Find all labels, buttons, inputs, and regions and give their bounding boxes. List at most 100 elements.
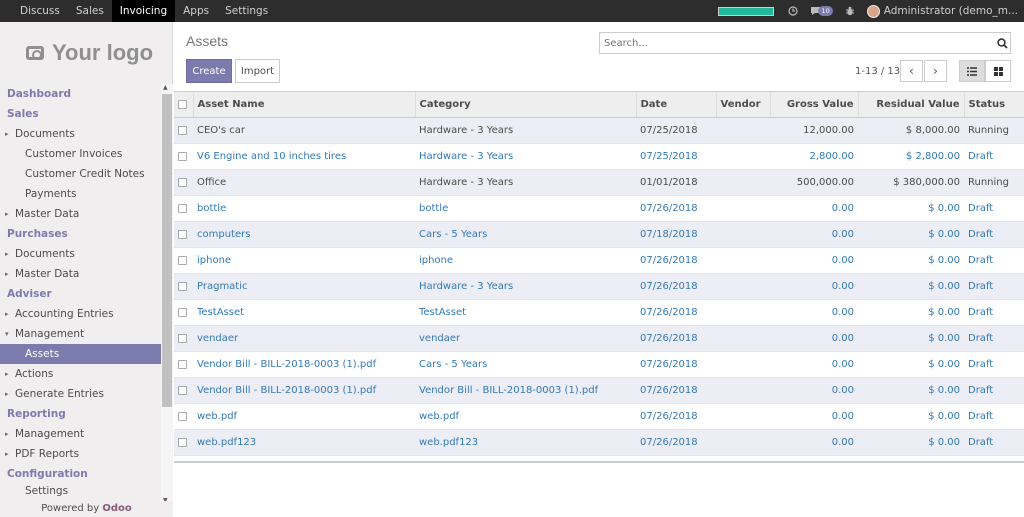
pager-next-button[interactable]: › bbox=[924, 60, 947, 82]
sidebar-section-configuration[interactable]: Configuration bbox=[0, 464, 161, 484]
table-row[interactable]: bottle bottle 07/26/2018 0.00 $ 0.00 Draft bbox=[174, 195, 1024, 222]
company-logo[interactable]: Your logo bbox=[26, 40, 153, 66]
row-checkbox[interactable] bbox=[174, 299, 193, 326]
create-button[interactable]: Create bbox=[186, 59, 232, 83]
sidebar-item-management[interactable]: ▸ Management bbox=[0, 424, 161, 444]
sidebar-item-customer-credit-notes[interactable]: Customer Credit Notes bbox=[0, 164, 161, 184]
app-menu-sales[interactable]: Sales bbox=[68, 0, 112, 22]
sidebar-section-sales[interactable]: Sales bbox=[0, 104, 161, 124]
row-checkbox[interactable] bbox=[174, 403, 193, 430]
pager-previous-button[interactable]: ‹ bbox=[900, 60, 923, 82]
table-row[interactable]: CEO's car Hardware - 3 Years 07/25/2018 12,… bbox=[174, 117, 1024, 144]
cell-category: Hardware - 3 Years bbox=[415, 143, 636, 170]
clock-icon[interactable] bbox=[788, 6, 799, 16]
table-row[interactable]: Pragmatic Hardware - 3 Years 07/26/2018 0.0… bbox=[174, 273, 1024, 300]
select-all-checkbox[interactable] bbox=[174, 91, 193, 118]
list-view-button[interactable] bbox=[959, 60, 985, 82]
column-header-residual-value[interactable]: Residual Value bbox=[857, 91, 964, 118]
column-header-vendor[interactable]: Vendor bbox=[715, 91, 770, 118]
app-menu-invoicing[interactable]: Invoicing bbox=[111, 0, 176, 22]
sidebar-item-pdf-reports[interactable]: ▸ PDF Reports bbox=[0, 444, 161, 464]
table-row[interactable]: Vendor Bill - BILL-2018-0003 (1).pdf Vend… bbox=[174, 377, 1024, 404]
row-checkbox[interactable] bbox=[174, 247, 193, 274]
cell-date: 07/26/2018 bbox=[636, 299, 716, 326]
table-row[interactable]: web.pdf web.pdf 07/26/2018 0.00 $ 0.00 Draft bbox=[174, 403, 1024, 430]
sidebar-item-master-data[interactable]: ▸ Master Data bbox=[0, 264, 161, 284]
table-row[interactable]: vendaer vendaer 07/26/2018 0.00 $ 0.00 Draft bbox=[174, 325, 1024, 352]
sidebar-item-label: Master Data bbox=[15, 208, 80, 220]
scroll-up-icon[interactable]: ▲ bbox=[163, 84, 168, 91]
bug-icon[interactable] bbox=[845, 6, 855, 16]
assets-table: Asset Name Category Date Vendor Gross Va… bbox=[174, 91, 1024, 463]
table-row[interactable]: computers Cars - 5 Years 07/18/2018 0.00 $ 0… bbox=[174, 221, 1024, 248]
sidebar-item-settings[interactable]: Settings bbox=[0, 484, 161, 498]
cell-vendor bbox=[716, 403, 770, 430]
sidebar-item-label: Actions bbox=[15, 368, 54, 380]
sidebar-item-documents[interactable]: ▸ Documents bbox=[0, 124, 161, 144]
sidebar-item-actions[interactable]: ▸ Actions bbox=[0, 364, 161, 384]
row-checkbox[interactable] bbox=[174, 221, 193, 248]
column-header-gross-value[interactable]: Gross Value bbox=[769, 91, 858, 118]
cell-category: Cars - 5 Years bbox=[415, 221, 636, 248]
app-menu-discuss[interactable]: Discuss bbox=[12, 0, 68, 22]
cell-category: Hardware - 3 Years bbox=[415, 117, 636, 144]
sidebar-section-purchases[interactable]: Purchases bbox=[0, 224, 161, 244]
cell-category: TestAsset bbox=[415, 299, 636, 326]
table-row[interactable]: Office Hardware - 3 Years 01/01/2018 500,00… bbox=[174, 169, 1024, 196]
scrollbar-thumb[interactable] bbox=[162, 94, 172, 407]
search-bar[interactable] bbox=[599, 32, 1011, 54]
row-checkbox[interactable] bbox=[174, 429, 193, 456]
user-menu[interactable]: Administrator (demo_m... bbox=[866, 4, 1018, 18]
table-footer bbox=[174, 455, 1024, 463]
sidebar-section-reporting[interactable]: Reporting bbox=[0, 404, 161, 424]
progress-bar bbox=[718, 6, 775, 16]
top-navbar: Discuss Sales Invoicing Apps Settings 10 Adm… bbox=[0, 0, 1024, 22]
row-checkbox[interactable] bbox=[174, 143, 193, 170]
row-checkbox[interactable] bbox=[174, 195, 193, 222]
row-checkbox[interactable] bbox=[174, 169, 193, 196]
table-row[interactable]: web.pdf123 web.pdf123 07/26/2018 0.00 $ 0.00… bbox=[174, 429, 1024, 456]
sidebar-item-master-data[interactable]: ▸ Master Data bbox=[0, 204, 161, 224]
row-checkbox[interactable] bbox=[174, 377, 193, 404]
cell-asset-name: web.pdf123 bbox=[193, 429, 415, 456]
sidebar-scrollbar[interactable]: ▲ ▼ bbox=[161, 84, 173, 504]
sidebar-section-adviser[interactable]: Adviser bbox=[0, 284, 161, 304]
messages-icon[interactable]: 10 bbox=[810, 6, 833, 16]
cell-date: 07/26/2018 bbox=[636, 273, 716, 300]
cell-residual-value: $ 0.00 bbox=[858, 221, 964, 248]
cell-gross-value: 0.00 bbox=[770, 247, 858, 274]
app-menu-apps[interactable]: Apps bbox=[175, 0, 217, 22]
row-checkbox[interactable] bbox=[174, 273, 193, 300]
sidebar-item-generate-entries[interactable]: ▸ Generate Entries bbox=[0, 384, 161, 404]
sidebar-item-customer-invoices[interactable]: Customer Invoices bbox=[0, 144, 161, 164]
column-header-category[interactable]: Category bbox=[414, 91, 636, 118]
table-row[interactable]: Vendor Bill - BILL-2018-0003 (1).pdf Cars… bbox=[174, 351, 1024, 378]
row-checkbox[interactable] bbox=[174, 351, 193, 378]
column-header-status[interactable]: Status bbox=[963, 91, 1024, 118]
row-checkbox[interactable] bbox=[174, 325, 193, 352]
cell-residual-value: $ 0.00 bbox=[858, 403, 964, 430]
sidebar-item-documents[interactable]: ▸ Documents bbox=[0, 244, 161, 264]
page-title: Assets bbox=[186, 33, 229, 49]
column-header-date[interactable]: Date bbox=[635, 91, 716, 118]
cell-status: Draft bbox=[964, 325, 1024, 352]
sidebar-item-payments[interactable]: Payments bbox=[0, 184, 161, 204]
cell-residual-value: $ 0.00 bbox=[858, 429, 964, 456]
search-input[interactable] bbox=[600, 34, 994, 52]
kanban-view-button[interactable] bbox=[985, 60, 1011, 82]
odoo-link[interactable]: Odoo bbox=[102, 503, 131, 514]
sidebar-item-management[interactable]: ▾ Management bbox=[0, 324, 161, 344]
import-button[interactable]: Import bbox=[235, 59, 280, 83]
pager-value[interactable]: 1-13 / 13 bbox=[855, 66, 900, 77]
search-icon[interactable] bbox=[994, 37, 1010, 49]
table-row[interactable]: TestAsset TestAsset 07/26/2018 0.00 $ 0.00 Dr… bbox=[174, 299, 1024, 326]
table-row[interactable]: iphone iphone 07/26/2018 0.00 $ 0.00 Draft bbox=[174, 247, 1024, 274]
sidebar-item-assets[interactable]: Assets bbox=[0, 344, 161, 364]
sidebar-section-dashboard[interactable]: Dashboard bbox=[0, 84, 161, 104]
app-menu-settings[interactable]: Settings bbox=[217, 0, 276, 22]
table-row[interactable]: V6 Engine and 10 inches tires Hardware - … bbox=[174, 143, 1024, 170]
sidebar-item-label: Adviser bbox=[7, 288, 52, 300]
sidebar-item-accounting-entries[interactable]: ▸ Accounting Entries bbox=[0, 304, 161, 324]
column-header-asset-name[interactable]: Asset Name bbox=[192, 91, 415, 118]
row-checkbox[interactable] bbox=[174, 117, 193, 144]
